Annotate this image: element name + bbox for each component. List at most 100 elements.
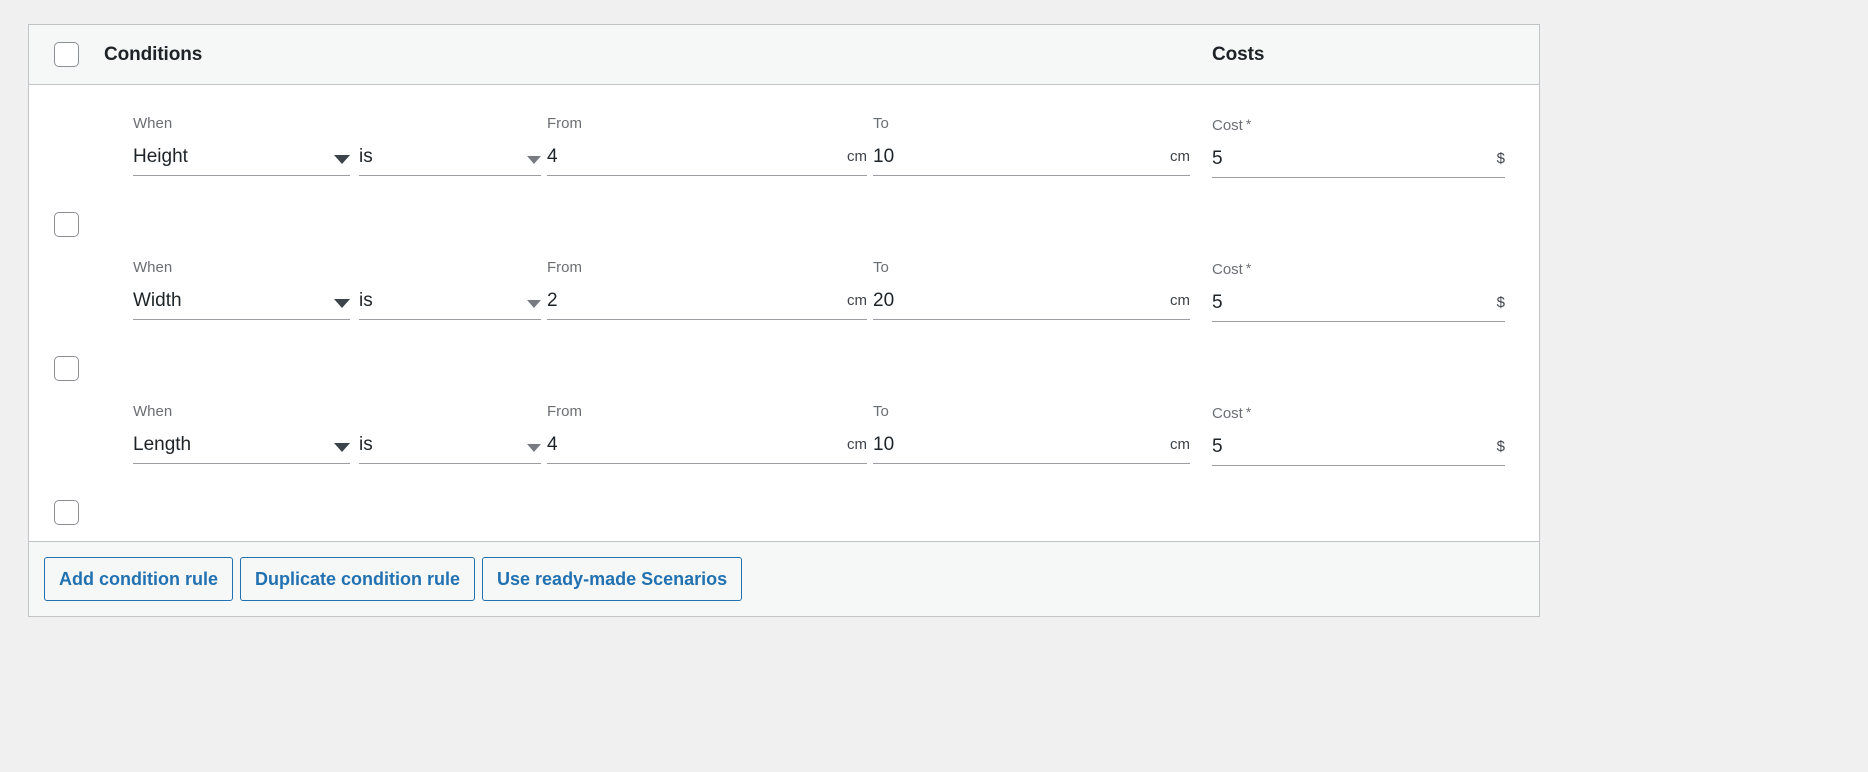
conditions-column-header: Conditions [104,44,202,66]
operator-select-value: is [359,290,373,312]
cost-input[interactable]: 5 $ [1212,437,1505,466]
row-checkbox[interactable] [54,212,79,237]
table-row: When Width is From 2 cm [29,235,1539,379]
chevron-down-icon [334,155,350,164]
to-input[interactable]: 20 cm [873,291,1190,320]
cost-field: Cost* 5 $ [1212,115,1505,178]
cost-input-value: 5 [1212,292,1223,314]
operator-select[interactable]: is [359,291,541,320]
when-field: When Height [133,115,350,176]
table-row: When Height is From 4 cm [29,91,1539,235]
cost-label-text: Cost [1212,261,1243,278]
operator-field: is [359,115,541,176]
from-input-value: 4 [547,434,558,456]
chevron-down-icon [334,299,350,308]
cost-unit: $ [1497,293,1505,314]
when-select[interactable]: Height [133,147,350,176]
select-all-cell [29,42,104,67]
from-label: From [547,403,867,421]
from-input-value: 2 [547,290,558,312]
when-select-value: Width [133,290,182,312]
to-field: To 20 cm [873,259,1190,320]
costs-column-header: Costs [1212,44,1264,66]
from-input[interactable]: 2 cm [547,291,867,320]
to-field: To 10 cm [873,115,1190,176]
operator-select[interactable]: is [359,147,541,176]
to-input[interactable]: 10 cm [873,147,1190,176]
from-field: From 4 cm [547,115,867,176]
from-input[interactable]: 4 cm [547,147,867,176]
from-label: From [547,115,867,133]
table-header: Conditions Costs [29,25,1539,85]
operator-label [359,115,541,133]
cost-label: Cost* [1212,115,1505,135]
condition-rules-card: Conditions Costs When Height is [28,24,1540,617]
to-field: To 10 cm [873,403,1190,464]
cost-unit: $ [1497,149,1505,170]
condition-rules-list: When Height is From 4 cm [29,85,1539,542]
cost-field: Cost* 5 $ [1212,259,1505,322]
from-field: From 4 cm [547,403,867,464]
operator-select[interactable]: is [359,435,541,464]
cost-label: Cost* [1212,403,1505,423]
row-select-cell [29,235,104,381]
when-select-value: Height [133,146,188,168]
card-actions: Add condition rule Duplicate condition r… [29,542,1539,616]
operator-select-value: is [359,434,373,456]
to-input-value: 10 [873,146,894,168]
cost-label-text: Cost [1212,117,1243,134]
to-input[interactable]: 10 cm [873,435,1190,464]
duplicate-condition-rule-button[interactable]: Duplicate condition rule [240,557,475,601]
cost-label-text: Cost [1212,405,1243,422]
to-label: To [873,259,1190,277]
when-select-value: Length [133,434,191,456]
when-select[interactable]: Width [133,291,350,320]
chevron-down-icon [527,444,541,452]
from-unit: cm [847,291,867,312]
cost-input[interactable]: 5 $ [1212,293,1505,322]
when-select[interactable]: Length [133,435,350,464]
from-field: From 2 cm [547,259,867,320]
row-select-cell [29,91,104,237]
chevron-down-icon [334,443,350,452]
to-unit: cm [1170,147,1190,168]
when-field: When Width [133,259,350,320]
to-input-value: 10 [873,434,894,456]
use-ready-made-scenarios-button[interactable]: Use ready-made Scenarios [482,557,742,601]
from-unit: cm [847,435,867,456]
cost-input[interactable]: 5 $ [1212,149,1505,178]
chevron-down-icon [527,300,541,308]
row-checkbox[interactable] [54,500,79,525]
when-field: When Length [133,403,350,464]
cost-field: Cost* 5 $ [1212,403,1505,466]
from-label: From [547,259,867,277]
row-checkbox[interactable] [54,356,79,381]
from-input[interactable]: 4 cm [547,435,867,464]
to-label: To [873,115,1190,133]
from-input-value: 4 [547,146,558,168]
select-all-checkbox[interactable] [54,42,79,67]
to-unit: cm [1170,435,1190,456]
operator-field: is [359,403,541,464]
from-unit: cm [847,147,867,168]
cost-unit: $ [1497,437,1505,458]
to-label: To [873,403,1190,421]
operator-field: is [359,259,541,320]
row-select-cell [29,379,104,525]
table-row: When Length is From 4 cm [29,379,1539,523]
when-label: When [133,259,350,277]
when-label: When [133,403,350,421]
chevron-down-icon [527,156,541,164]
to-input-value: 20 [873,290,894,312]
required-asterisk: * [1243,116,1251,132]
add-condition-rule-button[interactable]: Add condition rule [44,557,233,601]
required-asterisk: * [1243,404,1251,420]
operator-select-value: is [359,146,373,168]
operator-label [359,403,541,421]
cost-input-value: 5 [1212,436,1223,458]
required-asterisk: * [1243,260,1251,276]
when-label: When [133,115,350,133]
cost-input-value: 5 [1212,148,1223,170]
cost-label: Cost* [1212,259,1505,279]
operator-label [359,259,541,277]
